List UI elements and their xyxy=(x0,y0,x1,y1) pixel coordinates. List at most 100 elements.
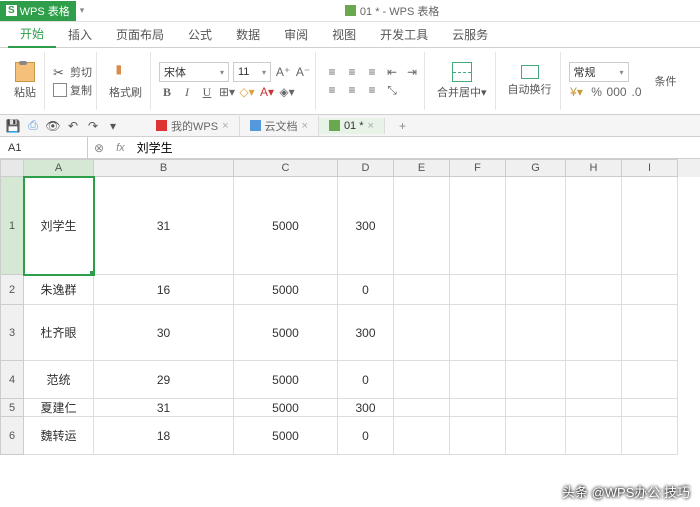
cell[interactable] xyxy=(394,177,450,275)
italic-button[interactable]: I xyxy=(179,84,195,100)
indent-increase-button[interactable]: ⇥ xyxy=(404,64,420,80)
wrap-text-button[interactable]: 自动换行 xyxy=(504,63,556,99)
menu-云服务[interactable]: 云服务 xyxy=(440,22,500,47)
align-middle-button[interactable]: ≡ xyxy=(344,64,360,80)
save-button[interactable]: 💾 xyxy=(6,119,20,133)
row-header[interactable]: 1 xyxy=(0,177,24,275)
font-name-combo[interactable]: 宋体▾ xyxy=(159,62,229,82)
col-header-E[interactable]: E xyxy=(394,159,450,177)
col-header-C[interactable]: C xyxy=(234,159,338,177)
menu-开发工具[interactable]: 开发工具 xyxy=(368,22,440,47)
paste-button[interactable]: 粘贴 xyxy=(10,60,40,102)
orientation-button[interactable]: ⤡ xyxy=(384,82,400,98)
cell[interactable] xyxy=(450,177,506,275)
cell[interactable] xyxy=(506,177,566,275)
close-icon[interactable]: × xyxy=(302,120,308,132)
cell-style-button[interactable]: ◈▾ xyxy=(279,84,295,100)
cell[interactable]: 0 xyxy=(338,417,394,455)
cell[interactable]: 范统 xyxy=(24,361,94,399)
row-header[interactable]: 3 xyxy=(0,305,24,361)
print-preview-button[interactable]: 👁 xyxy=(46,119,60,133)
spreadsheet-grid[interactable]: ABCDEFGHI 1刘学生3150003002朱逸群16500003杜齐眼30… xyxy=(0,159,700,455)
cell[interactable]: 5000 xyxy=(234,177,338,275)
cell[interactable] xyxy=(622,417,678,455)
copy-button[interactable]: 复制 xyxy=(53,82,92,98)
percent-button[interactable]: % xyxy=(589,84,605,100)
indent-decrease-button[interactable]: ⇤ xyxy=(384,64,400,80)
new-tab-button[interactable]: + xyxy=(391,119,414,133)
cell[interactable]: 5000 xyxy=(234,275,338,305)
select-all-corner[interactable] xyxy=(0,159,24,177)
cell[interactable] xyxy=(622,275,678,305)
merge-center-button[interactable]: 合并居中▾ xyxy=(433,60,491,102)
number-format-combo[interactable]: 常规▾ xyxy=(569,62,629,82)
cell[interactable]: 5000 xyxy=(234,417,338,455)
format-painter-button[interactable]: 格式刷 xyxy=(105,60,146,102)
align-center-button[interactable]: ≡ xyxy=(344,82,360,98)
cell[interactable]: 300 xyxy=(338,399,394,417)
increase-decimal-button[interactable]: .0 xyxy=(629,84,645,100)
cell[interactable] xyxy=(394,305,450,361)
align-top-button[interactable]: ≡ xyxy=(324,64,340,80)
cancel-formula-button[interactable]: ⊗ xyxy=(94,141,104,155)
cell[interactable] xyxy=(450,417,506,455)
cell[interactable] xyxy=(566,177,622,275)
cell[interactable] xyxy=(506,417,566,455)
cell[interactable] xyxy=(506,361,566,399)
cell[interactable]: 0 xyxy=(338,361,394,399)
font-size-combo[interactable]: 11▾ xyxy=(233,62,271,82)
row-header[interactable]: 2 xyxy=(0,275,24,305)
row-header[interactable]: 4 xyxy=(0,361,24,399)
cell[interactable] xyxy=(622,177,678,275)
col-header-B[interactable]: B xyxy=(94,159,234,177)
cut-button[interactable]: 剪切 xyxy=(53,64,92,80)
currency-button[interactable]: ¥▾ xyxy=(569,84,585,100)
align-bottom-button[interactable]: ≡ xyxy=(364,64,380,80)
cell[interactable]: 5000 xyxy=(234,399,338,417)
menu-审阅[interactable]: 审阅 xyxy=(272,22,320,47)
cell[interactable]: 刘学生 xyxy=(24,177,94,275)
menu-插入[interactable]: 插入 xyxy=(56,22,104,47)
cell[interactable] xyxy=(566,275,622,305)
cell[interactable]: 5000 xyxy=(234,361,338,399)
doc-tab[interactable]: 云文档× xyxy=(240,116,319,136)
col-header-D[interactable]: D xyxy=(338,159,394,177)
cell[interactable] xyxy=(394,417,450,455)
cell[interactable]: 杜齐眼 xyxy=(24,305,94,361)
cell[interactable] xyxy=(622,361,678,399)
menu-页面布局[interactable]: 页面布局 xyxy=(104,22,176,47)
cell[interactable] xyxy=(450,361,506,399)
cell[interactable]: 29 xyxy=(94,361,234,399)
comma-button[interactable]: 000 xyxy=(609,84,625,100)
cell[interactable] xyxy=(450,305,506,361)
decrease-font-button[interactable]: A⁻ xyxy=(295,64,311,80)
fx-icon[interactable]: fx xyxy=(110,142,131,154)
increase-font-button[interactable]: A⁺ xyxy=(275,64,291,80)
font-color-button[interactable]: A▾ xyxy=(259,84,275,100)
cell[interactable] xyxy=(566,417,622,455)
col-header-F[interactable]: F xyxy=(450,159,506,177)
underline-button[interactable]: U xyxy=(199,84,215,100)
cell[interactable]: 30 xyxy=(94,305,234,361)
row-header[interactable]: 5 xyxy=(0,399,24,417)
menu-开始[interactable]: 开始 xyxy=(8,21,56,48)
cell[interactable] xyxy=(622,399,678,417)
cell[interactable]: 魏转运 xyxy=(24,417,94,455)
cell[interactable] xyxy=(506,275,566,305)
cell[interactable]: 5000 xyxy=(234,305,338,361)
qat-dropdown[interactable]: ▾ xyxy=(106,119,120,133)
cell[interactable]: 16 xyxy=(94,275,234,305)
cell[interactable] xyxy=(566,361,622,399)
cell[interactable] xyxy=(566,399,622,417)
cell[interactable] xyxy=(394,399,450,417)
undo-button[interactable]: ↶ xyxy=(66,119,80,133)
cell[interactable]: 31 xyxy=(94,399,234,417)
bold-button[interactable]: B xyxy=(159,84,175,100)
cell[interactable]: 朱逸群 xyxy=(24,275,94,305)
name-box[interactable]: A1 xyxy=(0,137,88,158)
cell[interactable] xyxy=(622,305,678,361)
close-icon[interactable]: × xyxy=(368,120,374,132)
menu-数据[interactable]: 数据 xyxy=(224,22,272,47)
doc-tab[interactable]: 我的WPS× xyxy=(146,116,240,136)
row-header[interactable]: 6 xyxy=(0,417,24,455)
